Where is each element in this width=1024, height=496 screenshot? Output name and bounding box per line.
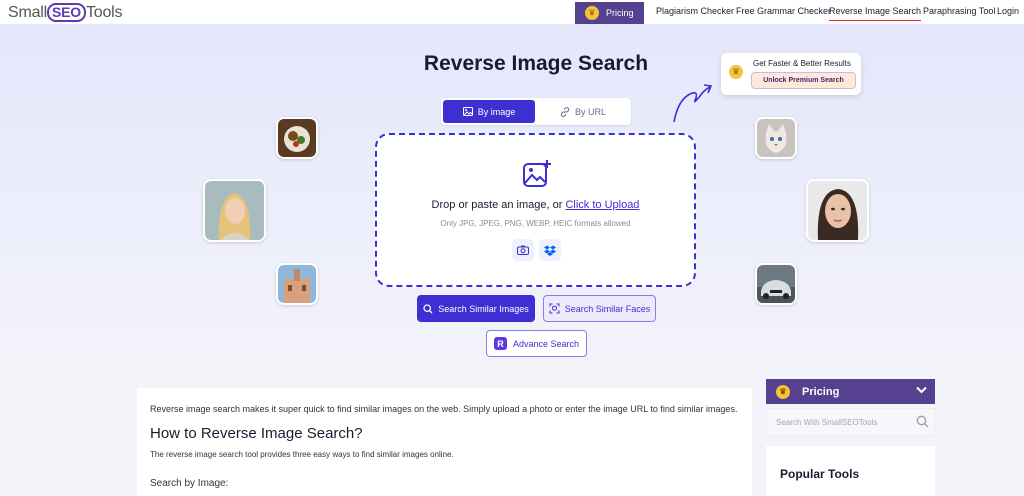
crown-icon: ♛ xyxy=(776,384,790,399)
premium-promo-card: ♛ Get Faster & Better Results Unlock Pre… xyxy=(721,53,861,95)
sidebar-search-input[interactable] xyxy=(767,409,912,435)
pricing-label: Pricing xyxy=(606,8,634,18)
dropzone-instruction: Drop or paste an image, or Click to Uplo… xyxy=(377,199,694,211)
advance-search-logo-icon: R xyxy=(493,337,507,350)
search-similar-faces-label: Search Similar Faces xyxy=(564,303,651,314)
dropzone-text: Drop or paste an image, or xyxy=(431,199,566,211)
sidebar-pricing-dropdown[interactable]: ♛ Pricing xyxy=(766,379,935,404)
nav-link-grammar-checker[interactable]: Free Grammar Checker xyxy=(736,6,831,16)
article-subheading: Search by Image: xyxy=(150,478,229,489)
image-icon xyxy=(462,107,473,116)
nav-link-plagiarism-checker[interactable]: Plagiarism Checker xyxy=(656,6,734,16)
dropbox-icon xyxy=(544,245,556,256)
thumbnail-building xyxy=(276,263,318,305)
page-title: Reverse Image Search xyxy=(423,52,649,75)
site-logo[interactable]: Small SEO Tools xyxy=(8,3,123,22)
crown-icon: ♛ xyxy=(585,6,599,20)
nav-link-reverse-image-search[interactable]: Reverse Image Search xyxy=(829,6,922,21)
article-intro: Reverse image search makes it super quic… xyxy=(150,404,738,414)
nav-link-login[interactable]: Login xyxy=(997,6,1019,16)
article-heading: How to Reverse Image Search? xyxy=(150,425,363,442)
search-mode-tabs: By image By URL xyxy=(441,98,631,125)
camera-upload-button[interactable] xyxy=(512,239,534,261)
chevron-down-icon xyxy=(916,386,927,394)
dropbox-upload-button[interactable] xyxy=(539,239,561,261)
search-similar-faces-button[interactable]: Search Similar Faces xyxy=(543,295,656,322)
thumbnail-car xyxy=(755,263,797,305)
thumbnail-cat xyxy=(755,117,797,159)
article-content: Reverse image search makes it super quic… xyxy=(137,388,752,496)
crown-icon: ♛ xyxy=(729,65,743,79)
thumbnail-woman-face xyxy=(806,179,869,242)
image-plus-icon xyxy=(523,160,551,187)
decorative-arrow-icon xyxy=(673,84,713,123)
tab-by-url-label: By URL xyxy=(574,106,606,117)
tab-by-image-label: By image xyxy=(477,106,516,117)
search-similar-images-label: Search Similar Images xyxy=(438,303,529,314)
thumbnail-food xyxy=(276,117,318,159)
search-icon[interactable] xyxy=(916,415,929,428)
nav-link-paraphrasing-tool[interactable]: Paraphrasing Tool xyxy=(923,6,995,16)
unlock-premium-button[interactable]: Unlock Premium Search xyxy=(751,72,856,89)
top-navigation: Small SEO Tools ♛ Pricing Plagiarism Check… xyxy=(0,0,1024,25)
click-to-upload-link[interactable]: Click to Upload xyxy=(565,199,639,211)
logo-text-seo: SEO xyxy=(47,3,86,22)
promo-title: Get Faster & Better Results xyxy=(753,59,851,68)
camera-icon xyxy=(517,245,529,255)
logo-text-tools: Tools xyxy=(85,4,123,21)
thumbnail-woman-portrait xyxy=(203,179,266,242)
allowed-formats-text: Only JPG, JPEG, PNG, WEBP, HEIC formats … xyxy=(440,219,631,228)
face-scan-icon xyxy=(549,303,560,314)
popular-tools-panel: Popular Tools xyxy=(766,446,935,496)
search-icon xyxy=(423,303,433,313)
advance-search-label: Advance Search xyxy=(512,338,580,349)
pricing-button[interactable]: ♛ Pricing xyxy=(575,2,644,24)
tab-by-url[interactable]: By URL xyxy=(537,100,629,123)
advance-search-button[interactable]: R Advance Search xyxy=(486,330,587,357)
article-paragraph: The reverse image search tool provides t… xyxy=(150,450,454,459)
sidebar-pricing-label: Pricing xyxy=(802,385,840,398)
search-similar-images-button[interactable]: Search Similar Images xyxy=(417,295,535,322)
link-icon xyxy=(560,106,570,117)
popular-tools-title: Popular Tools xyxy=(780,467,860,481)
tab-by-image[interactable]: By image xyxy=(443,100,535,123)
image-dropzone[interactable]: Drop or paste an image, or Click to Uplo… xyxy=(375,133,696,287)
sidebar-search xyxy=(766,408,935,436)
logo-text-small: Small xyxy=(8,4,48,21)
